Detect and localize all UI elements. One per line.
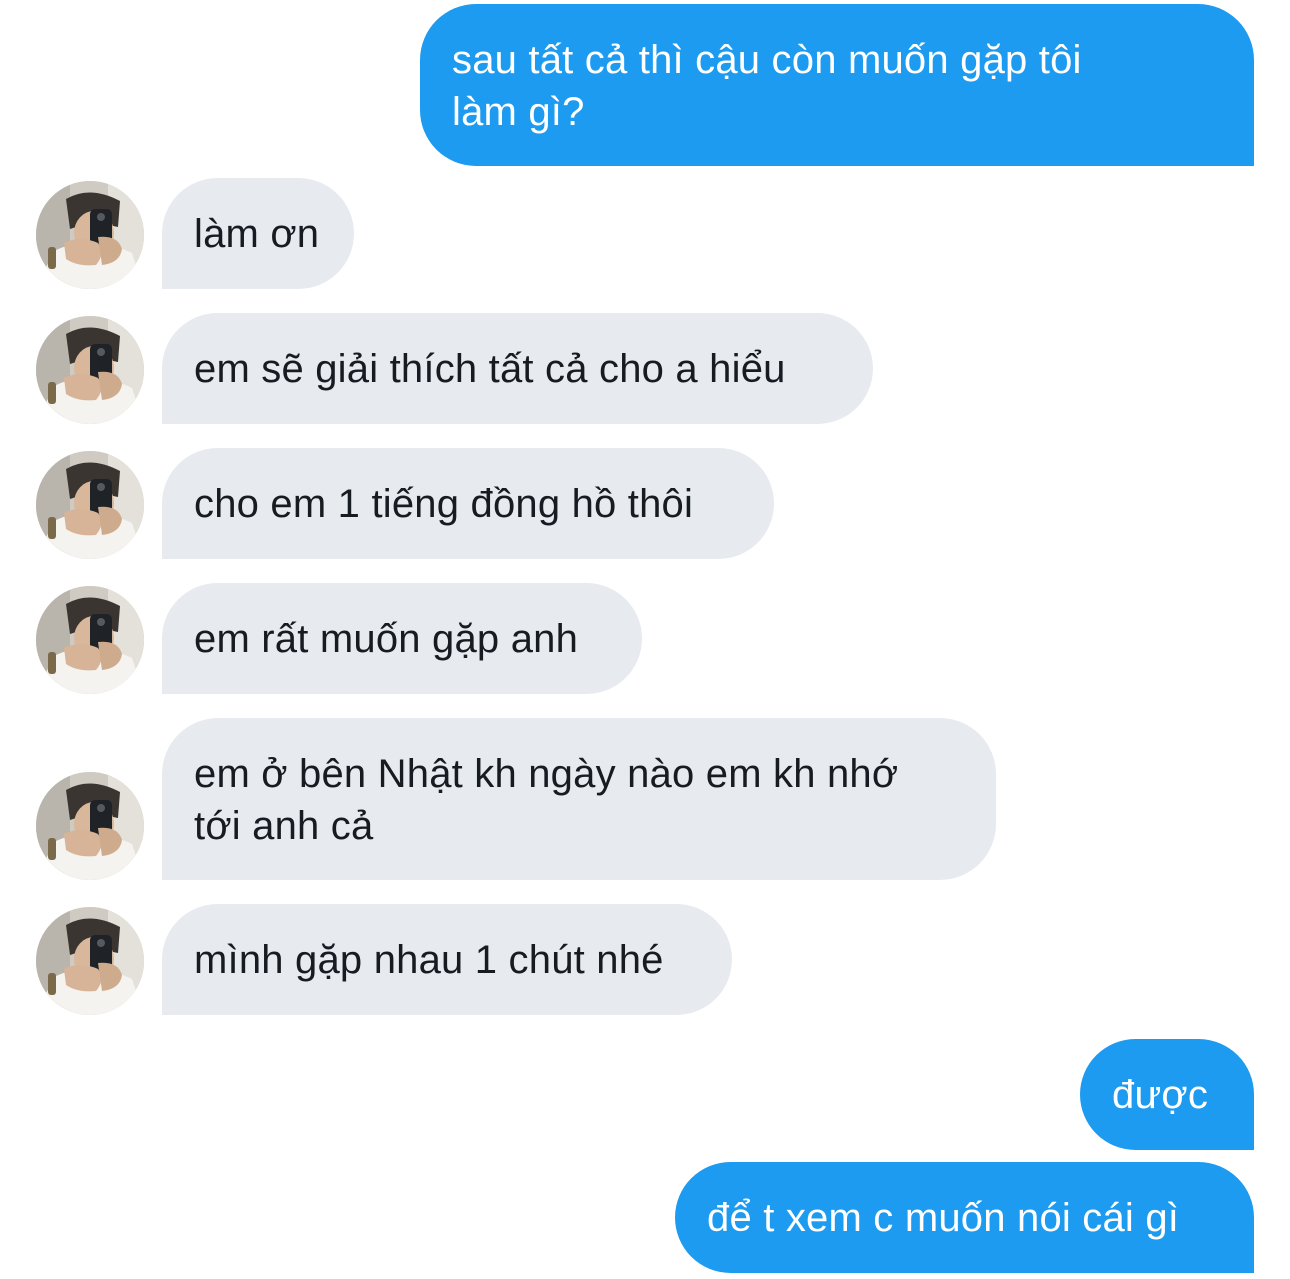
outgoing-message-bubble[interactable]: được [1080,1039,1254,1150]
message-text-line: được [1112,1073,1209,1117]
incoming-message-bubble[interactable]: em ở bên Nhật kh ngày nào em kh nhớ tới … [162,718,996,880]
avatar-photo-part [48,838,56,860]
message-text-line: em rất muốn gặp anh [194,617,579,661]
avatar[interactable] [36,451,144,559]
incoming-message-bubble[interactable]: cho em 1 tiếng đồng hồ thôi [162,448,774,559]
message-text-line: để t xem c muốn nói cái gì [707,1196,1180,1240]
avatar-photo-icon [36,181,144,289]
message-text-line: cho em 1 tiếng đồng hồ thôi [194,482,694,526]
avatar[interactable] [36,586,144,694]
avatar-photo-part [48,652,56,674]
outgoing-message-bubble[interactable]: sau tất cả thì cậu còn muốn gặp tôi làm … [420,4,1254,166]
avatar[interactable] [36,316,144,424]
avatar-photo-part [97,618,105,626]
message-text-line: mình gặp nhau 1 chút nhé [194,938,664,982]
message-text-line: sau tất cả thì cậu còn muốn gặp tôi [452,38,1082,82]
message-text-line: tới anh cả [194,804,374,848]
avatar[interactable] [36,772,144,880]
incoming-message-bubble[interactable]: em rất muốn gặp anh [162,583,642,694]
incoming-message-bubble[interactable]: em sẽ giải thích tất cả cho a hiểu [162,313,873,424]
avatar-photo-icon [36,451,144,559]
message-text-line: em sẽ giải thích tất cả cho a hiểu [194,347,786,391]
message-text-line: làm gì? [452,90,585,134]
incoming-message-bubble[interactable]: mình gặp nhau 1 chút nhé [162,904,732,1015]
message-text-line: em ở bên Nhật kh ngày nào em kh nhớ [194,752,899,796]
avatar-photo-icon [36,907,144,1015]
avatar-photo-icon [36,586,144,694]
avatar-photo-part [48,517,56,539]
avatar-photo-part [48,247,56,269]
avatar[interactable] [36,181,144,289]
message-thread[interactable]: sau tất cả thì cậu còn muốn gặp tôi làm … [0,0,1290,1279]
outgoing-message-bubble[interactable]: để t xem c muốn nói cái gì [675,1162,1254,1273]
message-text-line: làm ơn [194,212,320,256]
avatar-photo-icon [36,316,144,424]
avatar-photo-part [48,973,56,995]
incoming-message-bubble[interactable]: làm ơn [162,178,354,289]
avatar-photo-part [48,382,56,404]
avatar-photo-part [97,483,105,491]
avatar-photo-part [97,348,105,356]
avatar-photo-part [97,213,105,221]
avatar-photo-icon [36,772,144,880]
avatar[interactable] [36,907,144,1015]
avatar-photo-part [97,939,105,947]
avatar-photo-part [97,804,105,812]
